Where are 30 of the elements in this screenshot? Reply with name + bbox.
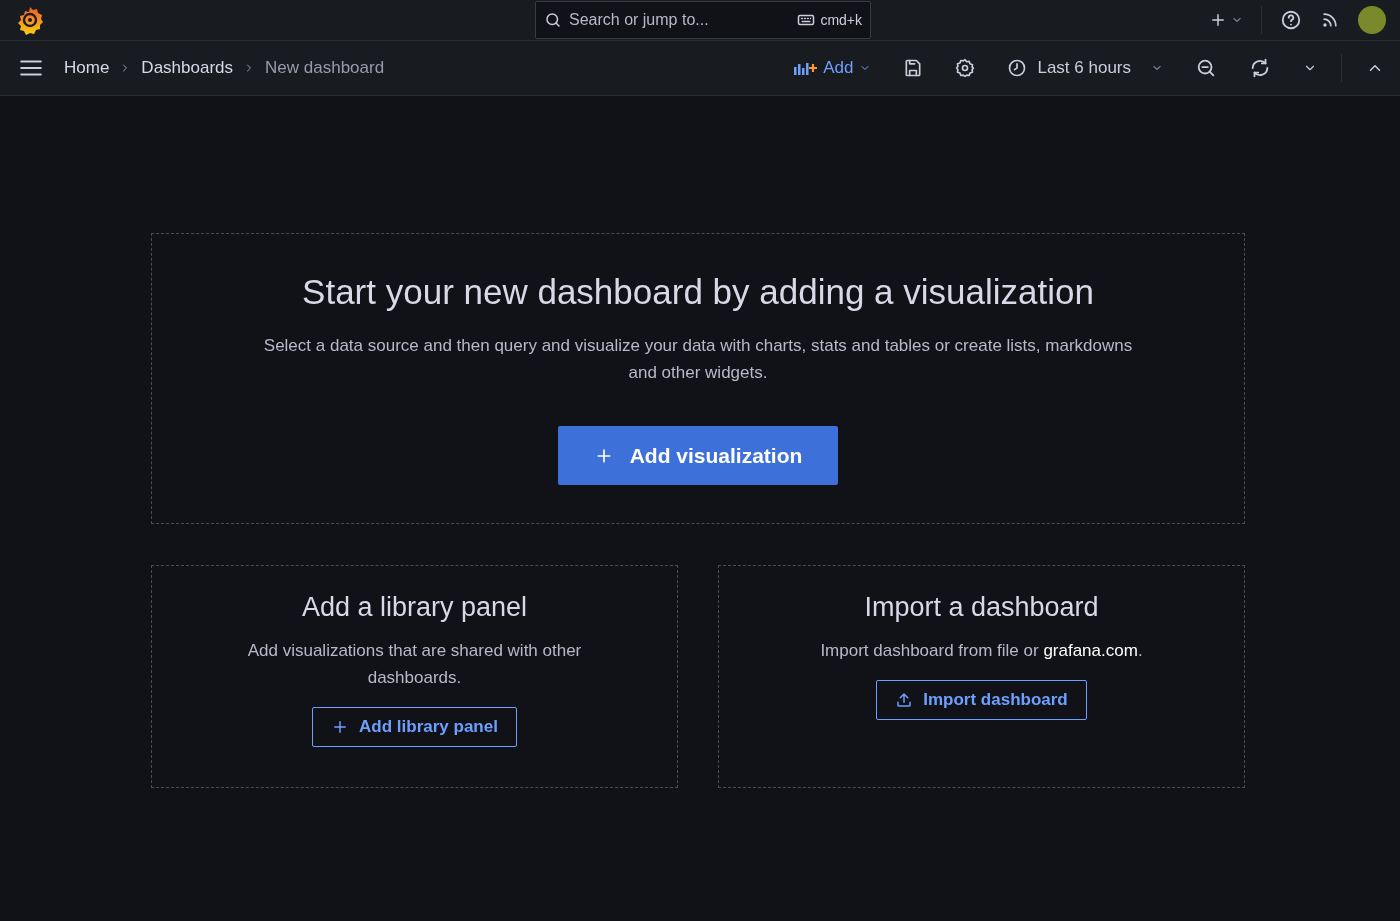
breadcrumb-link[interactable]: New dashboard	[265, 58, 385, 78]
add-visualization-button[interactable]: Add visualization	[558, 426, 838, 485]
breadcrumb-link[interactable]: Home	[64, 58, 110, 78]
time-range-picker[interactable]: Last 6 hours	[1007, 58, 1163, 78]
breadcrumb-link[interactable]: Dashboards	[141, 58, 234, 78]
add-library-panel-button[interactable]: Add library panel	[312, 707, 517, 747]
panel-title: Start your new dashboard by adding a visualization	[302, 272, 1094, 312]
clock-icon	[1007, 58, 1028, 78]
help-icon[interactable]	[1280, 9, 1302, 31]
upload-icon	[895, 691, 914, 709]
settings-icon[interactable]	[955, 58, 976, 78]
avatar[interactable]	[1358, 6, 1386, 34]
add-button[interactable]: Add	[793, 58, 872, 78]
card-description: Import dashboard from file or grafana.com.	[820, 640, 1143, 662]
new-button[interactable]	[1209, 11, 1243, 29]
zoom-out-icon[interactable]	[1195, 57, 1217, 79]
rss-icon[interactable]	[1320, 10, 1340, 30]
link[interactable]: grafana.com	[1043, 641, 1138, 660]
logo-icon[interactable]	[16, 5, 44, 35]
card-description: Add visualizations that are shared with other dashboards.	[246, 640, 583, 689]
import-dashboard-button[interactable]: Import dashboard	[876, 680, 1087, 720]
bar-chart-plus-icon	[793, 60, 818, 76]
save-icon[interactable]	[903, 58, 924, 78]
card-title: Import a dashboard	[864, 592, 1099, 623]
search-icon	[544, 11, 562, 29]
panel-description: Select a data source and then query and visualize your data with charts, stats and tables or create lists, markdowns and other widgets.	[262, 335, 1134, 384]
plus-icon	[1209, 11, 1227, 29]
refresh-icon[interactable]	[1249, 57, 1271, 79]
shortcut-hint: cmd+k	[820, 12, 862, 28]
card-title: Add a library panel	[301, 592, 528, 623]
